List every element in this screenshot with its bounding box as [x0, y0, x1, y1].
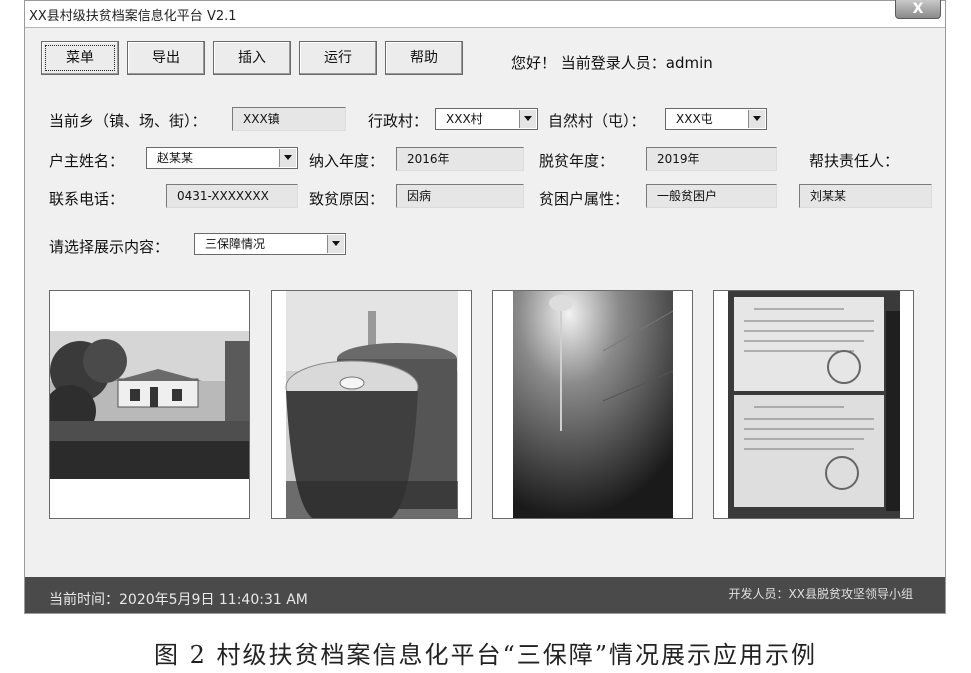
chevron-down-icon[interactable] — [748, 110, 765, 128]
close-button[interactable]: X — [895, 0, 941, 19]
enroll-year-label: 纳入年度： — [309, 152, 385, 170]
chevron-down-icon[interactable] — [279, 149, 296, 167]
chevron-down-icon[interactable] — [519, 110, 536, 128]
township-label: 当前乡（镇、场、街）： — [49, 112, 207, 130]
current-time: 当前时间：2020年5月9日 11:40:31 AM — [49, 592, 308, 608]
display-content-label: 请选择展示内容： — [49, 238, 170, 256]
photo-house[interactable] — [49, 290, 250, 519]
cause-field[interactable]: 因病 — [396, 184, 524, 208]
display-content-value: 三保障情况 — [205, 237, 266, 251]
export-button[interactable]: 导出 — [127, 41, 205, 75]
admin-village-label: 行政村： — [368, 112, 429, 130]
phone-field[interactable]: 0431-XXXXXXX — [166, 184, 298, 208]
cause-label: 致贫原因： — [309, 190, 385, 208]
document-photo-icon — [714, 291, 913, 518]
window-title: XX县村级扶贫档案信息化平台 V2.1 — [29, 9, 237, 24]
login-greeting: 您好！ 当前登录人员：admin — [511, 54, 713, 72]
responsible-label: 帮扶责任人： — [809, 152, 900, 170]
ceiling-lamp-photo-icon — [493, 291, 692, 518]
photo-ceiling-lamp[interactable] — [492, 290, 693, 519]
natural-village-label: 自然村（屯）： — [548, 112, 646, 130]
phone-label: 联系电话： — [49, 190, 125, 208]
title-bar: XX县村级扶贫档案信息化平台 V2.1 X — [25, 0, 945, 28]
attribute-label: 贫困户属性： — [539, 190, 630, 208]
householder-select[interactable]: 赵某某 — [146, 147, 298, 169]
township-field[interactable]: XXX镇 — [232, 107, 346, 131]
figure-caption: 图 2 村级扶贫档案信息化平台“三保障”情况展示应用示例 — [153, 641, 818, 669]
display-content-select[interactable]: 三保障情况 — [194, 233, 346, 255]
natural-village-value: XXX屯 — [676, 112, 713, 126]
app-window: XX县村级扶贫档案信息化平台 V2.1 X 菜单 导出 插入 运行 帮助 您好！… — [24, 0, 946, 614]
help-button[interactable]: 帮助 — [385, 41, 463, 75]
photo-water-jar[interactable] — [271, 290, 472, 519]
menu-button[interactable]: 菜单 — [41, 41, 119, 75]
attribute-field[interactable]: 一般贫困户 — [646, 184, 777, 208]
water-jar-photo-icon — [272, 291, 471, 518]
enroll-year-field[interactable]: 2016年 — [396, 147, 524, 171]
status-bar: 当前时间：2020年5月9日 11:40:31 AM 开发人员：XX县脱贫攻坚领… — [25, 577, 945, 613]
admin-village-select[interactable]: XXX村 — [435, 108, 538, 130]
developer-info: 开发人员：XX县脱贫攻坚领导小组 — [728, 587, 913, 601]
run-button[interactable]: 运行 — [299, 41, 377, 75]
chevron-down-icon[interactable] — [327, 235, 344, 253]
admin-village-value: XXX村 — [446, 112, 483, 126]
householder-value: 赵某某 — [157, 151, 194, 165]
exit-year-label: 脱贫年度： — [539, 152, 615, 170]
house-photo-icon — [50, 291, 249, 518]
photo-document[interactable] — [713, 290, 914, 519]
householder-label: 户主姓名： — [49, 152, 125, 170]
natural-village-select[interactable]: XXX屯 — [665, 108, 767, 130]
responsible-field[interactable]: 刘某某 — [799, 184, 932, 208]
insert-button[interactable]: 插入 — [213, 41, 291, 75]
exit-year-field[interactable]: 2019年 — [646, 147, 777, 171]
